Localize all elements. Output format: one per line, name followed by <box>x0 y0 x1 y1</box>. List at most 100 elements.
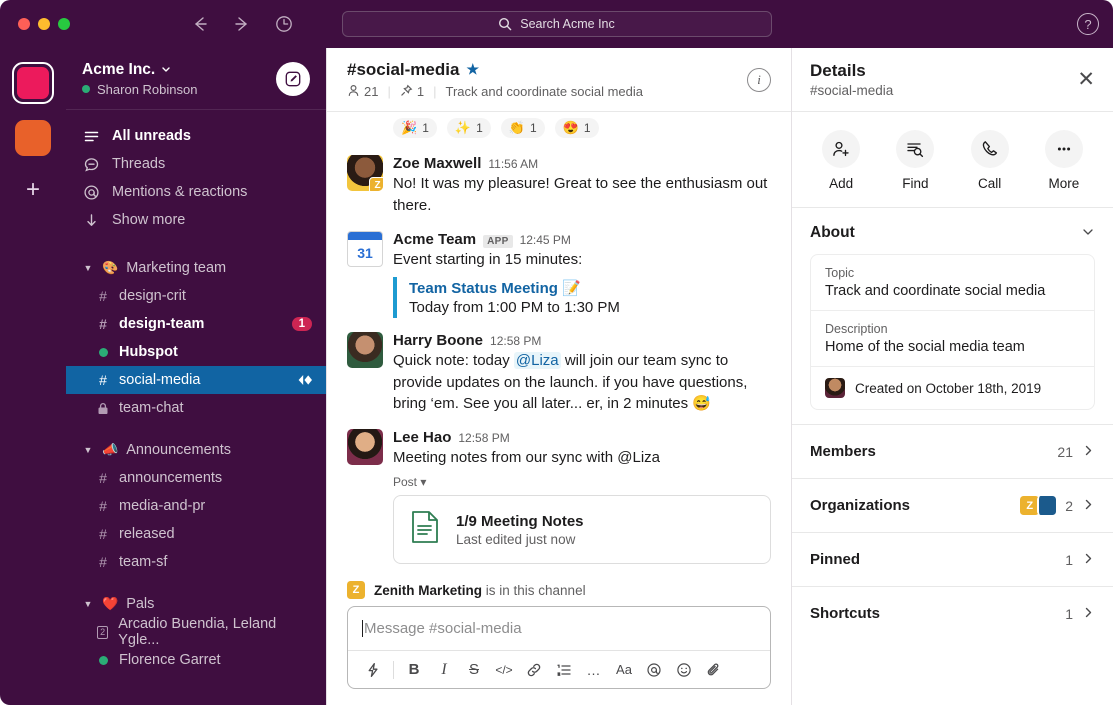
help-icon[interactable]: ? <box>1077 13 1099 35</box>
compose-pencil-icon[interactable] <box>276 61 310 96</box>
huddle-icon[interactable] <box>296 373 314 387</box>
current-user-row: Sharon Robinson <box>82 82 197 97</box>
about-topic-row[interactable]: Topic Track and coordinate social media <box>811 255 1094 311</box>
info-icon[interactable]: i <box>747 67 771 92</box>
workspace-acme-active[interactable] <box>12 62 54 104</box>
add-workspace-button[interactable]: + <box>26 178 40 202</box>
text-format-icon[interactable]: Aa <box>609 655 639 685</box>
bold-icon[interactable]: B <box>399 655 429 685</box>
about-created-row: Created on October 18th, 2019 <box>811 367 1094 409</box>
details-row-members[interactable]: Members 21 <box>792 424 1113 478</box>
find-button[interactable]: Find <box>884 130 946 191</box>
channel-list[interactable]: ▼ 🎨 Marketing team # design-crit # desig… <box>66 240 326 705</box>
channel-group-marketing-team[interactable]: ▼ 🎨 Marketing team <box>66 254 326 282</box>
event-title-row[interactable]: Team Status Meeting 📝 <box>409 279 771 297</box>
message-input[interactable]: Message #social-media <box>348 607 770 650</box>
sidebar-channel-design-crit[interactable]: # design-crit <box>66 282 326 310</box>
ordered-list-icon[interactable] <box>549 655 579 685</box>
zenith-app-icon: Z <box>347 581 365 600</box>
avatar[interactable]: Z <box>347 155 383 191</box>
call-button[interactable]: Call <box>959 130 1021 191</box>
details-row-pinned[interactable]: Pinned 1 <box>792 532 1113 586</box>
arrow-left-icon[interactable] <box>190 14 210 34</box>
app-in-channel-row[interactable]: Z Zenith Marketing is in this channel <box>347 571 771 606</box>
reaction-heart-eyes[interactable]: 😍 1 <box>554 118 599 138</box>
sidebar-channel-released[interactable]: # released <box>66 520 326 548</box>
close-window-button[interactable] <box>18 18 30 30</box>
reaction-clap[interactable]: 👏 1 <box>500 118 545 138</box>
clock-icon[interactable] <box>274 14 294 34</box>
strikethrough-icon[interactable]: S <box>459 655 489 685</box>
search-input[interactable]: Search Acme Inc <box>341 11 772 37</box>
message-zoe-maxwell[interactable]: Z Zoe Maxwell 11:56 AM No! It was my ple… <box>347 148 771 224</box>
reaction-sparkles[interactable]: ✨ 1 <box>446 118 491 138</box>
arrow-right-icon[interactable] <box>232 14 252 34</box>
channel-topic[interactable]: Track and coordinate social media <box>445 84 643 99</box>
presence-online-icon <box>82 85 90 93</box>
add-button[interactable]: Add <box>810 130 872 191</box>
reaction-tada[interactable]: 🎉 1 <box>393 118 437 138</box>
details-subtitle: #social-media <box>810 83 894 98</box>
message-harry-boone[interactable]: Harry Boone 12:58 PM Quick note: today @… <box>347 325 771 423</box>
post-type-label[interactable]: Post ▾ <box>393 475 771 489</box>
details-row-organizations[interactable]: Organizations Z 2 <box>792 478 1113 532</box>
pinned-count-chip[interactable]: 1 <box>400 84 424 100</box>
post-attachment-card[interactable]: 1/9 Meeting Notes Last edited just now <box>393 495 771 565</box>
sidebar-channel-team-chat[interactable]: team-chat <box>66 394 326 422</box>
sidebar-item-show-more[interactable]: Show more <box>66 206 326 234</box>
mention-icon[interactable] <box>639 655 669 685</box>
message-lee-hao[interactable]: Lee Hao 12:58 PM Meeting notes from our … <box>347 422 771 571</box>
message-author[interactable]: Lee Hao <box>393 429 451 446</box>
avatar-calendar[interactable]: 31 <box>347 230 383 267</box>
details-actions: Add Find Call More <box>792 112 1113 208</box>
message-author[interactable]: Zoe Maxwell <box>393 155 481 172</box>
message-author[interactable]: Harry Boone <box>393 332 483 349</box>
close-icon[interactable]: ✕ <box>1077 69 1095 90</box>
event-attachment[interactable]: Team Status Meeting 📝 Today from 1:00 PM… <box>393 276 771 318</box>
dm-label: Florence Garret <box>119 652 221 668</box>
attachment-icon[interactable] <box>699 655 729 685</box>
sidebar-item-mentions-reactions[interactable]: Mentions & reactions <box>66 178 326 206</box>
link-icon[interactable] <box>519 655 549 685</box>
sidebar-dm-arcadio-leland[interactable]: 2 Arcadio Buendia, Leland Ygle... <box>66 616 326 648</box>
lightning-shortcut-icon[interactable] <box>358 655 388 685</box>
sidebar-channel-media-and-pr[interactable]: # media-and-pr <box>66 492 326 520</box>
chevron-down-icon[interactable] <box>1081 225 1095 242</box>
emoji-icon[interactable] <box>669 655 699 685</box>
find-in-channel-icon <box>896 130 935 168</box>
details-row-shortcuts[interactable]: Shortcuts 1 <box>792 586 1113 640</box>
sidebar-item-threads[interactable]: Threads <box>66 150 326 178</box>
sidebar-channel-team-sf[interactable]: # team-sf <box>66 548 326 576</box>
description-value: Home of the social media team <box>825 339 1025 355</box>
channel-title-row[interactable]: #social-media ★ <box>347 60 643 80</box>
channel-group-pals[interactable]: ▼ ❤️ Pals <box>66 590 326 618</box>
code-icon[interactable]: </> <box>489 655 519 685</box>
channel-group-announcements[interactable]: ▼ 📣 Announcements <box>66 436 326 464</box>
minimize-window-button[interactable] <box>38 18 50 30</box>
message-list[interactable]: 🎉 1 ✨ 1 👏 1 😍 1 Z Zoe Maxwell 11:56 AM N… <box>327 112 791 606</box>
sidebar-dm-florence-garret[interactable]: Florence Garret <box>66 646 326 674</box>
sidebar-channel-social-media[interactable]: # social-media <box>66 366 326 394</box>
history-nav <box>190 14 294 34</box>
avatar[interactable] <box>347 331 383 368</box>
workspace-avatar-second[interactable] <box>15 120 51 156</box>
sidebar-channel-announcements[interactable]: # announcements <box>66 464 326 492</box>
message-author[interactable]: Acme Team <box>393 231 476 248</box>
maximize-window-button[interactable] <box>58 18 70 30</box>
message-acme-team[interactable]: 31 Acme Team APP 12:45 PM Event starting… <box>347 224 771 325</box>
mention-liza[interactable]: @Liza <box>513 351 561 369</box>
about-description-row[interactable]: Description Home of the social media tea… <box>811 311 1094 367</box>
sidebar-channel-hubspot[interactable]: Hubspot <box>66 338 326 366</box>
about-header[interactable]: About <box>810 224 1095 242</box>
more-button[interactable]: More <box>1033 130 1095 191</box>
message-composer[interactable]: Message #social-media B I S </> … Aa <box>347 606 771 689</box>
star-icon[interactable]: ★ <box>466 61 479 78</box>
italic-icon[interactable]: I <box>429 655 459 685</box>
sidebar-item-all-unreads[interactable]: All unreads <box>66 122 326 150</box>
workspace-header[interactable]: Acme Inc. Sharon Robinson <box>66 48 326 110</box>
members-count-chip[interactable]: 21 <box>347 84 378 100</box>
sidebar-channel-design-team[interactable]: # design-team 1 <box>66 310 326 338</box>
workspace-name-row[interactable]: Acme Inc. <box>82 61 197 79</box>
avatar[interactable] <box>347 429 383 466</box>
more-formatting-icon[interactable]: … <box>579 655 609 685</box>
